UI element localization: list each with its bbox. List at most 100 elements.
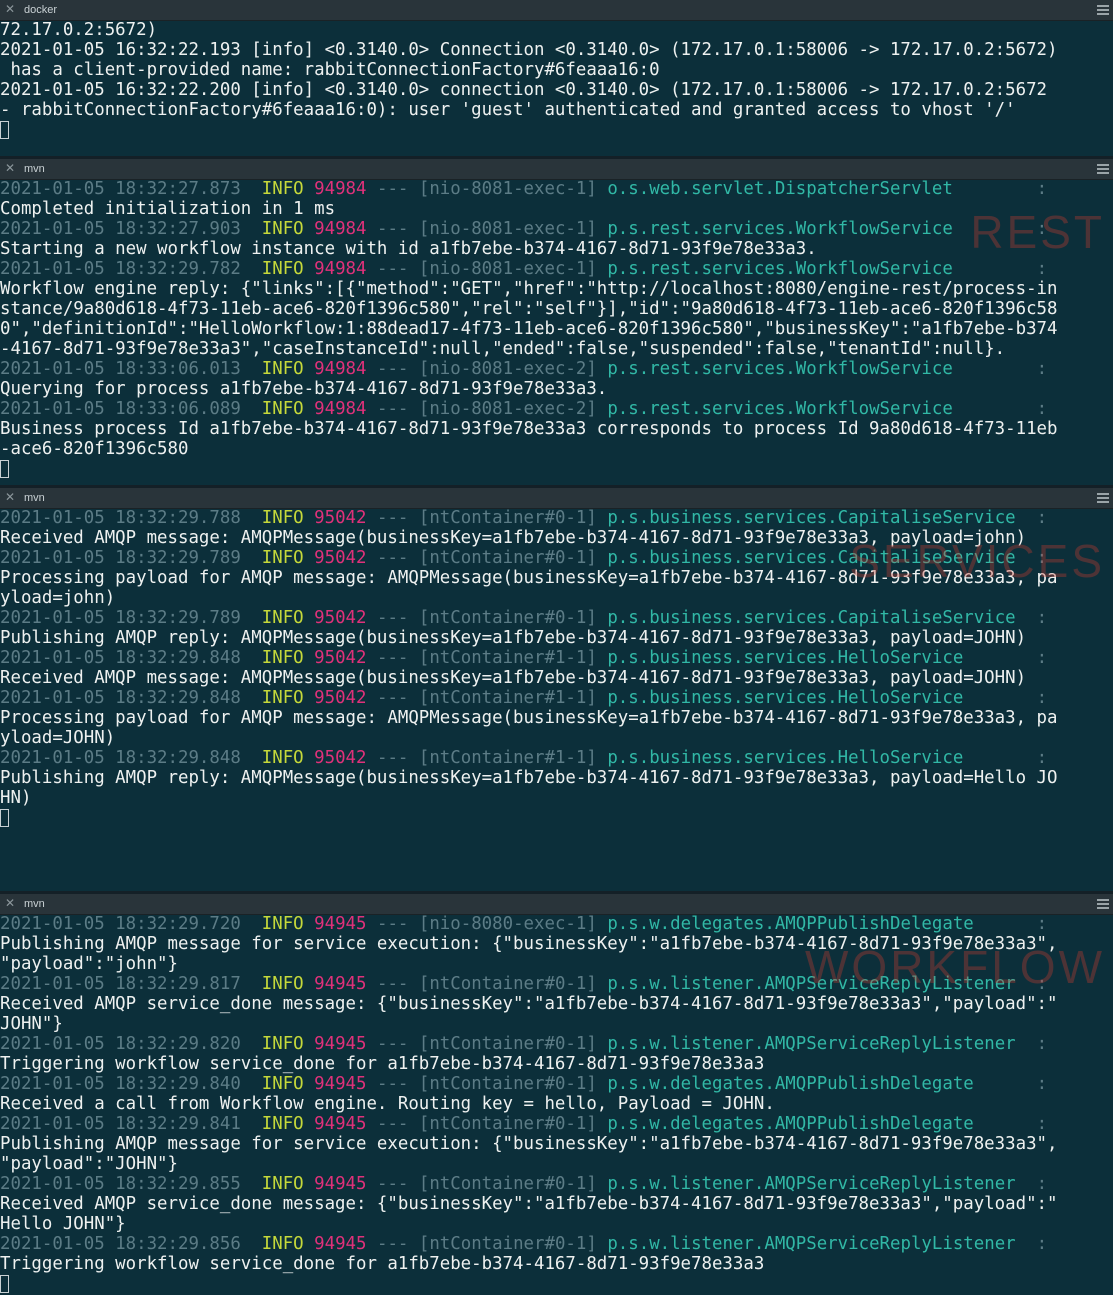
close-icon[interactable]: ✕ [4, 162, 16, 174]
log-level: INFO [261, 1074, 304, 1094]
log-meta: : [952, 219, 1048, 239]
log-text: Completed initialization in 1 ms [0, 199, 336, 219]
log-pid: 94945 [314, 1074, 367, 1094]
log-line: Hello JOHN"} [0, 1214, 1113, 1234]
log-logger: p.s.w.delegates.AMQPPublishDelegate [607, 1114, 974, 1134]
log-line: Processing payload for AMQP message: AMQ… [0, 568, 1113, 588]
log-pid: 95042 [314, 508, 367, 528]
prompt-line[interactable] [0, 1274, 1113, 1294]
log-text: 0","definitionId":"HelloWorkflow:1:88dea… [0, 319, 1058, 339]
log-logger: p.s.rest.services.WorkflowService [607, 219, 953, 239]
log-line: Processing payload for AMQP message: AMQ… [0, 708, 1113, 728]
terminal-output[interactable]: 72.17.0.2:5672) 2021-01-05 16:32:22.193 [… [0, 20, 1113, 156]
close-icon[interactable]: ✕ [4, 491, 16, 503]
log-meta: 2021-01-05 18:32:29.820 [0, 1034, 262, 1054]
log-text: Received AMQP message: AMQPMessage(busin… [0, 528, 1027, 548]
pane-tab-bar[interactable]: ✕ mvn [0, 488, 1113, 509]
log-meta: : [952, 359, 1048, 379]
log-level: INFO [261, 179, 304, 199]
log-meta: : [963, 748, 1048, 768]
log-line: -4167-8d71-93f9e78e33a3","caseInstanceId… [0, 339, 1113, 359]
log-text: yload=JOHN) [0, 728, 116, 748]
log-meta: --- [ntContainer#1-1] [366, 748, 608, 768]
prompt-line[interactable] [0, 808, 1113, 828]
log-line: Starting a new workflow instance with id… [0, 239, 1113, 259]
terminal-output[interactable]: 2021-01-05 18:32:29.788 INFO 95042 --- [… [0, 508, 1113, 891]
close-icon[interactable]: ✕ [4, 3, 16, 15]
prompt-line[interactable] [0, 459, 1113, 479]
terminal-pane-workflow[interactable]: ✕ mvn 2021-01-05 18:32:29.720 INFO 94945… [0, 894, 1113, 1295]
terminal-pane-services[interactable]: ✕ mvn 2021-01-05 18:32:29.788 INFO 95042… [0, 488, 1113, 891]
terminal-pane-docker[interactable]: ✕ docker 72.17.0.2:5672) 2021-01-05 16:32… [0, 0, 1113, 156]
log-pid: 95042 [314, 688, 367, 708]
hamburger-menu-icon[interactable] [1097, 164, 1109, 174]
pane-tab-title: docker [24, 4, 58, 16]
log-line: Triggering workflow service_done for a1f… [0, 1254, 1113, 1274]
log-level: INFO [261, 914, 304, 934]
log-meta: : [963, 648, 1048, 668]
log-meta: --- [nio-8081-exec-1] [366, 179, 608, 199]
terminal-pane-rest[interactable]: ✕ mvn 2021-01-05 18:32:27.873 INFO 94984… [0, 159, 1113, 485]
log-meta: --- [nio-8081-exec-2] [366, 399, 608, 419]
log-pid: 94945 [314, 974, 367, 994]
log-text: Workflow engine reply: {"links":[{"metho… [0, 279, 1058, 299]
log-line: "payload":"JOHN"} [0, 1154, 1113, 1174]
log-line: Querying for process a1fb7ebe-b374-4167-… [0, 379, 1113, 399]
log-meta: 2021-01-05 18:32:29.848 [0, 748, 262, 768]
log-text: "payload":"JOHN"} [0, 1154, 178, 1174]
terminal-cursor[interactable] [0, 121, 9, 139]
pane-tab-bar[interactable]: ✕ docker [0, 0, 1113, 21]
log-text: JOHN"} [0, 1014, 63, 1034]
pane-tab-bar[interactable]: ✕ mvn [0, 159, 1113, 180]
hamburger-menu-icon[interactable] [1097, 493, 1109, 503]
log-meta: 2021-01-05 18:32:29.856 [0, 1234, 262, 1254]
log-text: 72.17.0.2:5672) [0, 20, 158, 40]
log-line: Received AMQP service_done message: {"bu… [0, 994, 1113, 1014]
log-logger: p.s.business.services.HelloService [607, 648, 964, 668]
log-logger: p.s.w.listener.AMQPServiceReplyListener [607, 1034, 1016, 1054]
log-meta: --- [ntContainer#0-1] [366, 1234, 608, 1254]
log-pid: 95042 [314, 748, 367, 768]
log-line: 2021-01-05 18:32:27.873 INFO 94984 --- [… [0, 179, 1113, 199]
log-meta: --- [nio-8081-exec-2] [366, 359, 608, 379]
log-logger: p.s.business.services.CapitaliseService [607, 608, 1016, 628]
log-level: INFO [261, 548, 304, 568]
log-line: 2021-01-05 18:33:06.013 INFO 94984 --- [… [0, 359, 1113, 379]
log-line: 2021-01-05 18:32:29.789 INFO 95042 --- [… [0, 548, 1113, 568]
log-pid: 94984 [314, 259, 367, 279]
log-line: - rabbitConnectionFactory#6feaaa16:0): u… [0, 100, 1113, 120]
log-text: Publishing AMQP message for service exec… [0, 934, 1058, 954]
log-level: INFO [261, 508, 304, 528]
log-text: Received AMQP service_done message: {"bu… [0, 994, 1058, 1014]
log-line: Received a call from Workflow engine. Ro… [0, 1094, 1113, 1114]
log-line: -ace6-820f1396c580 [0, 439, 1113, 459]
terminal-output[interactable]: 2021-01-05 18:32:27.873 INFO 94984 --- [… [0, 179, 1113, 485]
log-line: 2021-01-05 18:32:29.848 INFO 95042 --- [… [0, 688, 1113, 708]
hamburger-menu-icon[interactable] [1097, 899, 1109, 909]
close-icon[interactable]: ✕ [4, 897, 16, 909]
log-meta: 2021-01-05 18:32:29.782 [0, 259, 262, 279]
pane-tab-title: mvn [24, 492, 45, 504]
log-line: 0","definitionId":"HelloWorkflow:1:88dea… [0, 319, 1113, 339]
log-line: Triggering workflow service_done for a1f… [0, 1054, 1113, 1074]
terminal-cursor[interactable] [0, 460, 9, 478]
hamburger-menu-icon[interactable] [1097, 5, 1109, 15]
log-text: -ace6-820f1396c580 [0, 439, 189, 459]
terminal-cursor[interactable] [0, 809, 9, 827]
log-meta: : [952, 179, 1048, 199]
log-logger: p.s.business.services.CapitaliseService [607, 548, 1016, 568]
pane-tab-bar[interactable]: ✕ mvn [0, 894, 1113, 915]
log-logger: p.s.w.listener.AMQPServiceReplyListener [607, 974, 1016, 994]
log-meta: 2021-01-05 18:32:29.817 [0, 974, 262, 994]
terminal-cursor[interactable] [0, 1275, 9, 1293]
terminal-output[interactable]: 2021-01-05 18:32:29.720 INFO 94945 --- [… [0, 914, 1113, 1295]
prompt-line[interactable] [0, 120, 1113, 140]
log-line: HN) [0, 788, 1113, 808]
